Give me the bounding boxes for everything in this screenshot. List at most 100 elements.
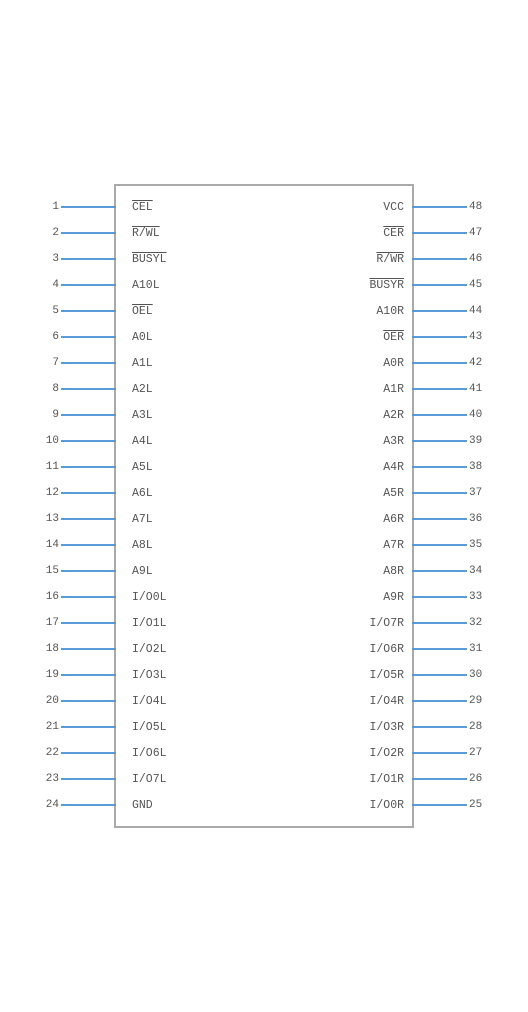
- pin-line-right: [412, 492, 467, 494]
- pin-row: 1CELVCC48: [116, 194, 412, 220]
- pin-line-right: [412, 648, 467, 650]
- pin-line-right: [412, 310, 467, 312]
- pin-label-left: BUSYL: [124, 253, 167, 266]
- pin-line-left: [61, 518, 116, 520]
- pin-label-right: I/O6R: [369, 643, 412, 656]
- pin-label-left: I/O3L: [124, 669, 167, 682]
- pin-label-left: A5L: [124, 461, 153, 474]
- pin-number-right: 42: [469, 357, 487, 369]
- pin-number-right: 26: [469, 773, 487, 785]
- pin-label-left: GND: [124, 799, 153, 812]
- pin-number-left: 8: [41, 383, 59, 395]
- pin-line-right: [412, 778, 467, 780]
- pin-label-right: BUSYR: [369, 279, 412, 292]
- pin-row: 22I/O6LI/O2R27: [116, 740, 412, 766]
- pin-line-right: [412, 388, 467, 390]
- pin-label-left: A0L: [124, 331, 153, 344]
- pin-row: 21I/O5LI/O3R28: [116, 714, 412, 740]
- pin-label-left: CEL: [124, 201, 153, 214]
- pin-line-right: [412, 414, 467, 416]
- pin-number-right: 27: [469, 747, 487, 759]
- pin-row: 6A0LOER43: [116, 324, 412, 350]
- pin-label-right: A6R: [383, 513, 412, 526]
- pin-number-left: 6: [41, 331, 59, 343]
- pin-line-left: [61, 206, 116, 208]
- pin-row: 4A10LBUSYR45: [116, 272, 412, 298]
- pin-label-right: A4R: [383, 461, 412, 474]
- pin-label-left: A10L: [124, 279, 160, 292]
- pin-label-left: I/O6L: [124, 747, 167, 760]
- pin-label-right: CER: [383, 227, 412, 240]
- pin-row: 7A1LA0R42: [116, 350, 412, 376]
- pin-line-left: [61, 336, 116, 338]
- pin-number-right: 46: [469, 253, 487, 265]
- pin-label-right: I/O4R: [369, 695, 412, 708]
- pin-number-left: 13: [41, 513, 59, 525]
- pin-line-right: [412, 336, 467, 338]
- pin-label-right: A5R: [383, 487, 412, 500]
- pin-row: 3BUSYLR/WR46: [116, 246, 412, 272]
- pin-row: 10A4LA3R39: [116, 428, 412, 454]
- pin-label-left: A9L: [124, 565, 153, 578]
- pin-row: 18I/O2LI/O6R31: [116, 636, 412, 662]
- pin-number-left: 1: [41, 201, 59, 213]
- pin-line-right: [412, 544, 467, 546]
- pin-line-left: [61, 258, 116, 260]
- pin-number-right: 35: [469, 539, 487, 551]
- pin-row: 15A9LA8R34: [116, 558, 412, 584]
- pin-number-left: 17: [41, 617, 59, 629]
- pin-line-right: [412, 700, 467, 702]
- pin-line-right: [412, 284, 467, 286]
- pin-number-right: 40: [469, 409, 487, 421]
- pin-label-left: I/O5L: [124, 721, 167, 734]
- pin-number-left: 18: [41, 643, 59, 655]
- pin-number-right: 47: [469, 227, 487, 239]
- pin-number-left: 20: [41, 695, 59, 707]
- pin-label-right: A2R: [383, 409, 412, 422]
- pin-number-left: 24: [41, 799, 59, 811]
- pin-label-left: I/O4L: [124, 695, 167, 708]
- pin-row: 2R/WLCER47: [116, 220, 412, 246]
- chip-wrapper: 1CELVCC482R/WLCER473BUSYLR/WR464A10LBUSY…: [54, 184, 474, 828]
- pin-number-right: 34: [469, 565, 487, 577]
- pin-line-left: [61, 414, 116, 416]
- pin-label-left: I/O7L: [124, 773, 167, 786]
- pin-row: 17I/O1LI/O7R32: [116, 610, 412, 636]
- pin-label-right: R/WR: [376, 253, 412, 266]
- pin-label-left: I/O1L: [124, 617, 167, 630]
- pin-line-left: [61, 622, 116, 624]
- pin-number-right: 29: [469, 695, 487, 707]
- pin-row: 20I/O4LI/O4R29: [116, 688, 412, 714]
- pin-number-right: 32: [469, 617, 487, 629]
- pin-line-left: [61, 648, 116, 650]
- pin-number-right: 36: [469, 513, 487, 525]
- pin-line-left: [61, 752, 116, 754]
- pin-line-right: [412, 752, 467, 754]
- pin-line-left: [61, 726, 116, 728]
- pin-row: 8A2LA1R41: [116, 376, 412, 402]
- pin-line-right: [412, 232, 467, 234]
- chip-body: 1CELVCC482R/WLCER473BUSYLR/WR464A10LBUSY…: [114, 184, 414, 828]
- pin-line-left: [61, 570, 116, 572]
- pin-label-right: A0R: [383, 357, 412, 370]
- pin-line-right: [412, 362, 467, 364]
- pin-label-left: A4L: [124, 435, 153, 448]
- pin-label-right: I/O3R: [369, 721, 412, 734]
- pin-row: 23I/O7LI/O1R26: [116, 766, 412, 792]
- pin-label-left: A6L: [124, 487, 153, 500]
- pin-line-right: [412, 258, 467, 260]
- pin-number-right: 30: [469, 669, 487, 681]
- pin-row: 24GNDI/O0R25: [116, 792, 412, 818]
- pin-line-right: [412, 440, 467, 442]
- pin-label-right: I/O0R: [369, 799, 412, 812]
- pin-number-left: 2: [41, 227, 59, 239]
- pin-label-left: A2L: [124, 383, 153, 396]
- pin-line-left: [61, 310, 116, 312]
- pin-label-left: I/O2L: [124, 643, 167, 656]
- pin-label-left: A8L: [124, 539, 153, 552]
- pin-row: 14A8LA7R35: [116, 532, 412, 558]
- pin-label-left: A3L: [124, 409, 153, 422]
- pin-line-right: [412, 674, 467, 676]
- pin-label-left: R/WL: [124, 227, 160, 240]
- pin-number-left: 16: [41, 591, 59, 603]
